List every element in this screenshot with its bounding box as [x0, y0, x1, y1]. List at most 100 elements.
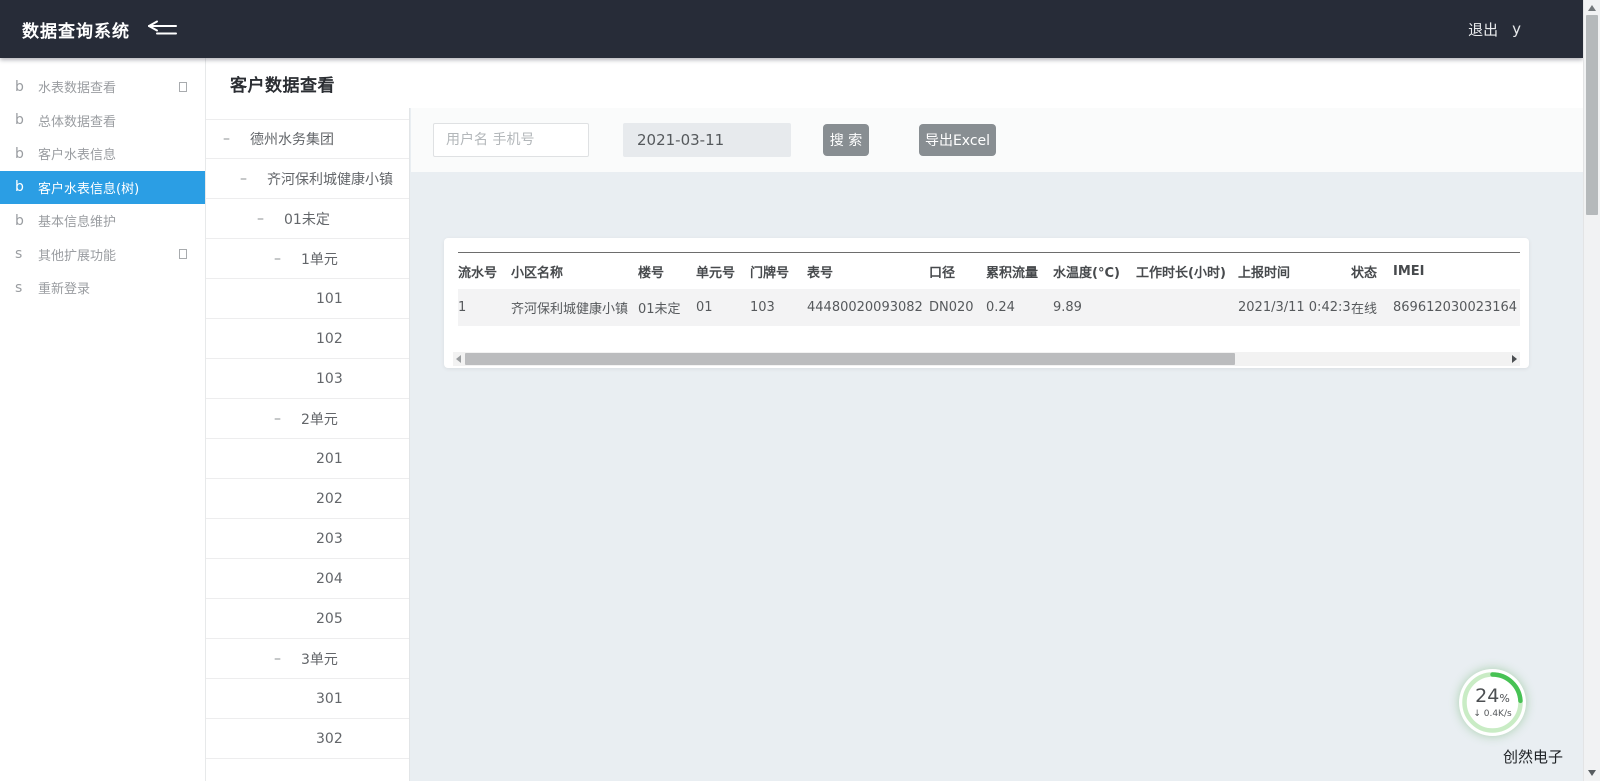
sidebar-item-label: 总体数据查看 — [38, 111, 116, 130]
sidebar-item-label: 客户水表信息(树) — [38, 178, 139, 197]
menu-glyph-icon: b — [15, 179, 38, 195]
column-header: 流水号 — [458, 262, 511, 281]
tree-node[interactable]: 302 — [206, 719, 409, 759]
tree-node[interactable]: – 1单元 — [206, 239, 409, 279]
collapse-sidebar-icon[interactable] — [146, 20, 180, 38]
tree-node-label: 202 — [316, 491, 343, 507]
percent-label: 24% — [1475, 687, 1510, 708]
tree-node[interactable]: – 01未定 — [206, 199, 409, 239]
sidebar-item[interactable]: b总体数据查看 — [0, 104, 205, 138]
tree-node-label: 齐河保利城健康小镇 — [267, 169, 393, 189]
tree-node[interactable]: 202 — [206, 479, 409, 519]
tree-node[interactable]: 301 — [206, 679, 409, 719]
column-header: 上报时间 — [1238, 262, 1351, 281]
network-speed-widget[interactable]: 24% ↓ 0.4K/s — [1459, 669, 1526, 736]
sidebar-item[interactable]: b基本信息维护 — [0, 204, 205, 238]
sidebar-item-label: 其他扩展功能 — [38, 245, 116, 264]
sidebar-item-label: 基本信息维护 — [38, 211, 116, 230]
menu-glyph-icon: b — [15, 146, 38, 162]
tree-node[interactable]: 101 — [206, 279, 409, 319]
scroll-right-arrow-icon[interactable] — [1512, 355, 1517, 363]
menu-glyph-icon: s — [15, 280, 38, 296]
search-input[interactable] — [433, 123, 589, 157]
search-toolbar: 搜 索 导出Excel — [411, 108, 1583, 172]
tree-node[interactable]: 103 — [206, 359, 409, 399]
collapse-node-icon[interactable]: – — [223, 134, 237, 144]
sidebar: b水表数据查看b总体数据查看b客户水表信息b客户水表信息(树)b基本信息维护s其… — [0, 58, 205, 781]
tree-node[interactable]: – 齐河保利城健康小镇 — [206, 159, 409, 199]
tree-node[interactable]: 201 — [206, 439, 409, 479]
page-header: 客户数据查看 — [206, 58, 1583, 108]
submenu-expand-icon — [179, 82, 187, 92]
table-cell: DN020 — [929, 300, 986, 315]
menu-glyph-icon: b — [15, 112, 38, 128]
main-content: 搜 索 导出Excel 流水号小区名称楼号单元号门牌号表号口径累积流量水温度(°… — [411, 108, 1583, 781]
tree-node[interactable]: 205 — [206, 599, 409, 639]
collapse-node-icon[interactable]: – — [274, 414, 288, 424]
page-title: 客户数据查看 — [230, 71, 335, 96]
app-title: 数据查询系统 — [22, 17, 130, 42]
sidebar-item[interactable]: s重新登录 — [0, 271, 205, 305]
collapse-node-icon[interactable]: – — [274, 654, 288, 664]
tree-node-label: 1单元 — [301, 249, 338, 269]
scroll-down-arrow-icon[interactable] — [1588, 770, 1596, 776]
scroll-up-arrow-icon[interactable] — [1588, 5, 1596, 11]
vertical-scrollbar-thumb[interactable] — [1586, 15, 1598, 215]
export-excel-button[interactable]: 导出Excel — [919, 124, 996, 156]
tree-node[interactable]: 204 — [206, 559, 409, 599]
tree-node-label: 302 — [316, 731, 343, 747]
date-input[interactable] — [623, 123, 791, 157]
tree-node-label: 204 — [316, 571, 343, 587]
horizontal-scrollbar-thumb[interactable] — [465, 353, 1235, 365]
sidebar-item-label: 客户水表信息 — [38, 144, 116, 163]
scroll-left-arrow-icon[interactable] — [456, 355, 461, 363]
sidebar-item[interactable]: s其他扩展功能 — [0, 238, 205, 272]
tree-node-label: 01未定 — [284, 209, 330, 229]
collapse-node-icon[interactable]: – — [274, 254, 288, 264]
table-cell: 齐河保利城健康小镇 — [511, 298, 638, 317]
vertical-scrollbar[interactable] — [1583, 0, 1600, 781]
sidebar-item[interactable]: b水表数据查看 — [0, 70, 205, 104]
tree-node[interactable]: 203 — [206, 519, 409, 559]
search-button[interactable]: 搜 索 — [823, 124, 869, 156]
username-label[interactable]: y — [1512, 20, 1521, 38]
tree-node-label: 2单元 — [301, 409, 338, 429]
tree-node-label: 101 — [316, 291, 343, 307]
table-cell: 0.24 — [986, 300, 1053, 315]
table-cell: 103 — [750, 300, 807, 315]
column-header: 门牌号 — [750, 262, 807, 281]
app-window: 数据查询系统 退出 y b水表数据查看b总体数据查看b客户水表信息b客户水表信息… — [0, 0, 1600, 781]
collapse-node-icon[interactable]: – — [257, 214, 271, 224]
tree-node-label: 103 — [316, 371, 343, 387]
collapse-node-icon[interactable]: – — [240, 174, 254, 184]
tree-node[interactable]: –3单元 — [206, 639, 409, 679]
table-body: 1齐河保利城健康小镇01未定0110344480020093082DN0200.… — [458, 289, 1520, 326]
column-header: 工作时长(小时) — [1136, 262, 1238, 281]
column-header: 口径 — [929, 262, 986, 281]
column-header: 单元号 — [696, 262, 750, 281]
sidebar-item[interactable]: b客户水表信息(树) — [0, 171, 205, 205]
table-cell: 在线 — [1351, 298, 1393, 317]
table-cell: 9.89 — [1053, 300, 1136, 315]
top-bar: 数据查询系统 退出 y — [0, 0, 1583, 58]
tree-node[interactable]: –德州水务集团 — [206, 119, 409, 159]
tree-node[interactable]: 102 — [206, 319, 409, 359]
tree-node-label: 102 — [316, 331, 343, 347]
logout-button[interactable]: 退出 — [1468, 19, 1498, 40]
tree-node-label: 201 — [316, 451, 343, 467]
down-arrow-icon: ↓ — [1473, 709, 1481, 719]
table-cell: 1 — [458, 300, 511, 315]
table-cell: 01未定 — [638, 298, 696, 317]
table-header-row: 流水号小区名称楼号单元号门牌号表号口径累积流量水温度(°C)工作时长(小时)上报… — [458, 252, 1520, 289]
sidebar-item[interactable]: b客户水表信息 — [0, 137, 205, 171]
table-cell: 01 — [696, 300, 750, 315]
menu-glyph-icon: b — [15, 79, 38, 95]
menu-glyph-icon: s — [15, 246, 38, 262]
tree-node[interactable]: – 2单元 — [206, 399, 409, 439]
column-header: 累积流量 — [986, 262, 1053, 281]
column-header: 状态 — [1351, 262, 1393, 281]
download-speed-label: ↓ 0.4K/s — [1473, 709, 1511, 719]
topbar-user-area: 退出 y — [1468, 19, 1521, 40]
table-row[interactable]: 1齐河保利城健康小镇01未定0110344480020093082DN0200.… — [458, 289, 1520, 326]
table-horizontal-scrollbar[interactable] — [453, 352, 1520, 366]
